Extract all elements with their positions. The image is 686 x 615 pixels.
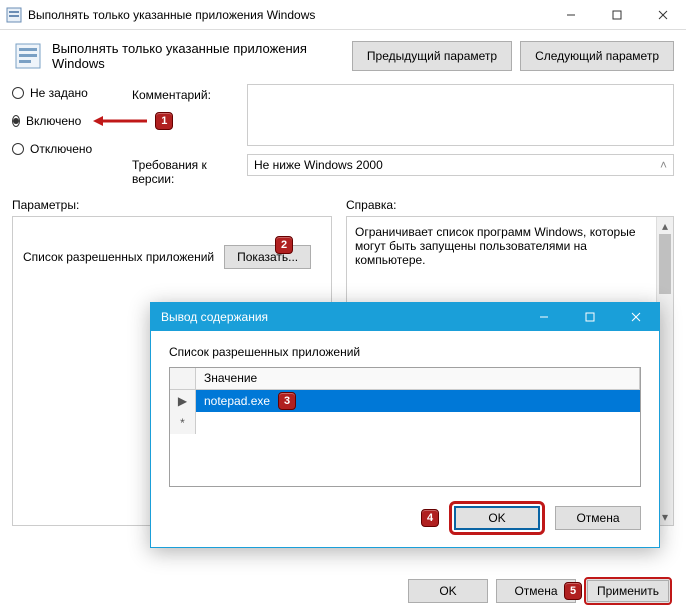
allowed-apps-label: Список разрешенных приложений: [23, 250, 214, 264]
footer-buttons: OK Отмена 5 Применить: [408, 577, 672, 605]
close-button[interactable]: [640, 0, 686, 29]
scroll-thumb[interactable]: [659, 234, 671, 294]
ok-button[interactable]: OK: [408, 579, 488, 603]
params-section-label: Параметры:: [12, 198, 332, 212]
show-button[interactable]: Показать...: [224, 245, 311, 269]
radio-label: Включено: [26, 114, 81, 128]
grid-row-new[interactable]: *: [170, 412, 640, 434]
window-title: Выполнять только указанные приложения Wi…: [28, 8, 548, 22]
dialog-cancel-button[interactable]: Отмена: [555, 506, 641, 530]
grid-cell-value[interactable]: notepad.exe: [204, 394, 270, 408]
header-icon: [12, 40, 44, 72]
callout-badge-3: 3: [278, 392, 296, 410]
state-radio-group: Не задано Включено 1 Отключено: [12, 84, 112, 186]
apply-button[interactable]: Применить: [587, 580, 669, 602]
dialog-title: Вывод содержания: [161, 310, 521, 324]
dialog-minimize-button[interactable]: [521, 303, 567, 331]
radio-enabled[interactable]: Включено 1: [12, 112, 112, 130]
dialog-ok-highlight: OK: [449, 501, 545, 535]
new-row-icon: *: [170, 412, 196, 434]
window-titlebar: Выполнять только указанные приложения Wi…: [0, 0, 686, 30]
grid-column-header[interactable]: Значение: [196, 368, 640, 389]
dialog-titlebar: Вывод содержания: [151, 303, 659, 331]
callout-badge-4: 4: [421, 509, 439, 527]
dialog-ok-button[interactable]: OK: [454, 506, 540, 530]
callout-badge-2: 2: [275, 236, 293, 254]
requirements-value: Не ниже Windows 2000: [254, 158, 383, 172]
help-section-label: Справка:: [346, 198, 396, 212]
page-title: Выполнять только указанные приложения Wi…: [52, 41, 344, 71]
next-setting-button[interactable]: Следующий параметр: [520, 41, 674, 71]
grid-cell-empty[interactable]: [196, 412, 640, 434]
dialog-maximize-button[interactable]: [567, 303, 613, 331]
policy-icon: [6, 7, 22, 23]
requirements-label: Требования к версии:: [132, 154, 237, 186]
dialog-close-button[interactable]: [613, 303, 659, 331]
help-text: Ограничивает список программ Windows, ко…: [355, 225, 665, 267]
prev-setting-button[interactable]: Предыдущий параметр: [352, 41, 512, 71]
minimize-button[interactable]: [548, 0, 594, 29]
grid-row-selected[interactable]: ▶ notepad.exe 3: [170, 390, 640, 412]
apply-button-highlighted: Применить: [584, 577, 672, 605]
radio-label: Отключено: [30, 142, 92, 156]
comment-field[interactable]: [247, 84, 674, 146]
chevron-up-icon: ˄: [660, 158, 667, 172]
radio-not-configured[interactable]: Не задано: [12, 86, 112, 100]
maximize-button[interactable]: [594, 0, 640, 29]
scroll-up-icon[interactable]: ▴: [657, 217, 673, 234]
radio-label: Не задано: [30, 86, 88, 100]
dialog-subtitle: Список разрешенных приложений: [169, 345, 641, 359]
row-indicator-icon: ▶: [170, 390, 196, 412]
values-grid[interactable]: Значение ▶ notepad.exe 3 *: [169, 367, 641, 487]
window-controls: [548, 0, 686, 29]
radio-disabled[interactable]: Отключено: [12, 142, 112, 156]
show-contents-dialog: Вывод содержания Список разрешенных прил…: [150, 302, 660, 548]
comment-label: Комментарий:: [132, 84, 237, 102]
grid-corner: [170, 368, 196, 389]
requirements-field: Не ниже Windows 2000 ˄: [247, 154, 674, 176]
callout-badge-5: 5: [564, 582, 582, 600]
